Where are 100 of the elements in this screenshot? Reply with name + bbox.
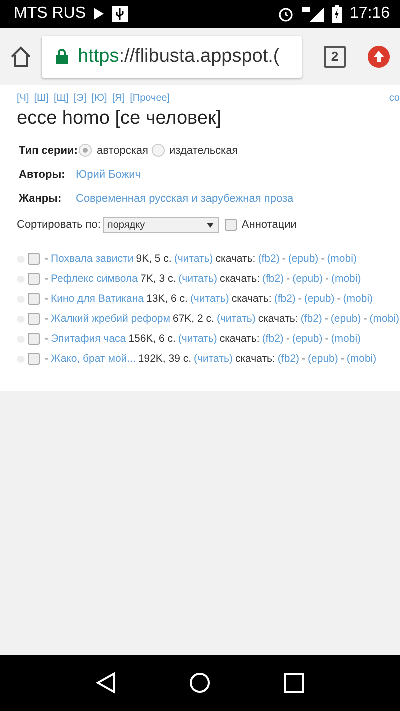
checkbox[interactable]	[28, 313, 40, 325]
book-link[interactable]: Жако, брат мой...	[51, 353, 136, 365]
format-link[interactable]: (epub)	[308, 353, 338, 365]
download-label: скачать:	[258, 313, 298, 325]
separator: -	[325, 273, 329, 285]
format-link[interactable]: (epub)	[330, 313, 362, 325]
book-size: 156K, 6 с.	[128, 333, 176, 345]
letter-link[interactable]: [Ш]	[34, 93, 49, 104]
usb-icon	[112, 6, 128, 22]
format-link[interactable]: (fb2)	[274, 293, 296, 305]
separator: -	[45, 253, 48, 265]
separator: -	[45, 273, 48, 285]
format-link[interactable]: (mobi)	[346, 353, 377, 365]
field-link[interactable]: Современная русская и зарубежная проза	[76, 193, 294, 205]
download-label: скачать:	[235, 353, 276, 365]
separator: -	[325, 333, 329, 345]
address-bar[interactable]: https://flibusta.appspot.(	[42, 36, 302, 78]
separator: -	[324, 313, 328, 325]
separator: -	[45, 293, 48, 305]
format-link[interactable]: (fb2)	[262, 333, 284, 345]
read-link[interactable]: (читать)	[190, 293, 230, 305]
read-link[interactable]: (читать)	[174, 253, 214, 265]
book-link[interactable]: Похвала зависти	[51, 253, 134, 265]
letter-link[interactable]: [Ю]	[92, 93, 108, 104]
book-size: 192K, 39 с.	[138, 353, 192, 365]
field-label: Авторы:	[19, 169, 66, 181]
field-link[interactable]: Юрий Божич	[76, 169, 142, 181]
separator: -	[298, 293, 302, 305]
letter-link[interactable]: со	[389, 93, 400, 104]
series-title: ecce homo [се человек]	[17, 108, 223, 130]
play-icon	[94, 8, 104, 20]
separator: -	[302, 353, 306, 365]
radio-button[interactable]	[79, 144, 92, 157]
format-link[interactable]: (epub)	[304, 293, 335, 305]
format-link[interactable]: (fb2)	[262, 273, 284, 285]
checkbox[interactable]	[28, 333, 40, 345]
download-label: скачать:	[220, 333, 260, 345]
letter-link[interactable]: [Я]	[112, 93, 126, 104]
signal-icon	[302, 6, 324, 22]
format-link[interactable]: (epub)	[288, 253, 319, 265]
carrier: MTS RUS	[14, 5, 86, 23]
separator: -	[286, 333, 290, 345]
book-link[interactable]: Эпитафия часа	[51, 333, 126, 345]
recents-icon[interactable]	[284, 673, 304, 693]
clock-time: 17:16	[350, 5, 390, 23]
separator: -	[45, 353, 48, 365]
battery-icon	[332, 5, 342, 23]
read-link[interactable]: (читать)	[178, 273, 218, 285]
home-icon[interactable]	[10, 46, 32, 68]
radio-label: авторская	[97, 144, 148, 156]
tab-count[interactable]: 2	[324, 46, 346, 68]
checkbox[interactable]	[28, 273, 40, 285]
format-link[interactable]: (fb2)	[258, 253, 280, 265]
download-label: скачать:	[220, 273, 260, 285]
separator: -	[337, 293, 341, 305]
sort-dropdown[interactable]: порядку	[102, 217, 219, 233]
back-icon[interactable]	[96, 672, 116, 694]
format-link[interactable]: (mobi)	[370, 313, 400, 325]
read-link[interactable]: (читать)	[178, 333, 218, 345]
checkbox[interactable]	[224, 219, 237, 231]
letter-link[interactable]: [Ч]	[17, 93, 30, 104]
format-link[interactable]: (mobi)	[331, 273, 362, 285]
format-link[interactable]: (epub)	[292, 273, 323, 285]
book-size: 13K, 6 с.	[146, 293, 188, 305]
separator: -	[45, 333, 48, 345]
upload-icon[interactable]	[368, 46, 390, 68]
separator: -	[321, 253, 325, 265]
format-link[interactable]: (fb2)	[278, 353, 300, 365]
separator: -	[364, 313, 368, 325]
alarm-clock-icon	[278, 6, 294, 22]
format-link[interactable]: (mobi)	[343, 293, 374, 305]
separator: -	[282, 253, 286, 265]
book-link[interactable]: Кино для Ватикана	[51, 293, 144, 305]
book-size: 9K, 5 с.	[136, 253, 172, 265]
download-label: скачать:	[232, 293, 272, 305]
format-link[interactable]: (mobi)	[327, 253, 357, 265]
format-link[interactable]: (epub)	[292, 333, 323, 345]
book-link[interactable]: Рефлекс символа	[51, 273, 138, 285]
radio-button[interactable]	[152, 144, 164, 157]
separator: -	[286, 273, 290, 285]
checkbox[interactable]	[28, 353, 40, 365]
letter-link[interactable]: [Прочее]	[130, 93, 170, 104]
field-label: Тип серии:	[19, 144, 76, 156]
format-link[interactable]: (fb2)	[300, 313, 322, 325]
read-link[interactable]: (читать)	[216, 313, 256, 325]
letter-link[interactable]: [Э]	[74, 93, 87, 104]
checkbox[interactable]	[28, 253, 40, 265]
read-link[interactable]: (читать)	[194, 353, 233, 365]
separator: -	[340, 353, 344, 365]
book-size: 7K, 3 с.	[140, 273, 176, 285]
book-link[interactable]: Жалкий жребий реформ	[51, 313, 170, 325]
field-label: Жанры:	[19, 193, 63, 205]
format-link[interactable]: (mobi)	[331, 333, 362, 345]
letter-link[interactable]: [Щ]	[54, 93, 69, 104]
checkbox[interactable]	[28, 293, 40, 305]
separator: -	[45, 313, 48, 325]
radio-label: издательская	[170, 144, 238, 156]
sort-label: Сортировать по:	[17, 219, 101, 231]
book-size: 67K, 2 с.	[172, 313, 214, 325]
dropdown-arrow-icon	[206, 222, 214, 228]
